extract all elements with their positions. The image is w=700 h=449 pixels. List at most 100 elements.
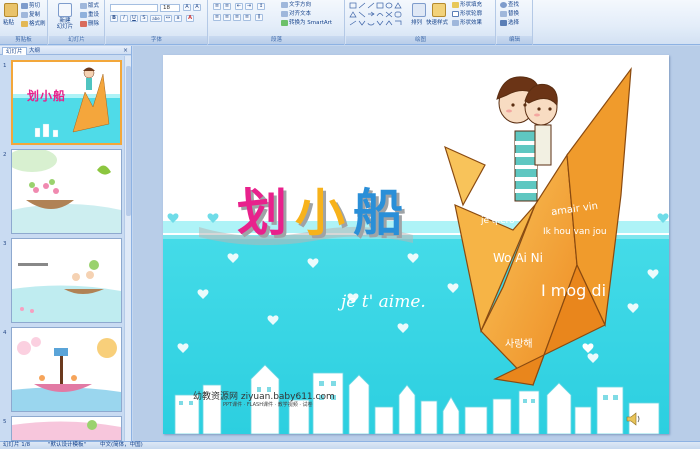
delete-icon [80, 20, 87, 27]
panel-tabs: 幻灯片 大纲 × [0, 46, 131, 55]
editing-group-label: 编辑 [497, 36, 532, 44]
slides-group: 新建 幻灯片 版式 重设 删除 幻灯片 [49, 0, 105, 45]
decrease-indent-icon[interactable]: ⇤ [235, 3, 243, 10]
reset-button[interactable]: 重设 [80, 11, 99, 19]
change-case-icon[interactable]: a [174, 15, 182, 22]
shadow-button[interactable]: S [140, 15, 148, 22]
panel-scrollbar[interactable] [124, 56, 131, 441]
reset-icon [80, 11, 87, 18]
numbering-icon[interactable]: ≡ [223, 3, 231, 10]
bold-button[interactable]: B [110, 15, 118, 22]
font-color-icon[interactable]: A [186, 15, 194, 22]
char-spacing-icon[interactable]: ↔ [164, 15, 172, 22]
speaker-icon[interactable] [625, 412, 641, 426]
close-icon[interactable]: × [123, 47, 128, 54]
shape-outline-button[interactable]: 形状轮廓 [452, 10, 482, 18]
columns-icon[interactable]: ⫼ [255, 14, 263, 21]
slide-artwork: je t' aime. [163, 55, 669, 434]
title-char-2: 小 [295, 184, 353, 242]
effects-icon [452, 19, 459, 26]
grow-font-icon[interactable]: A [183, 4, 191, 11]
brush-icon [21, 20, 28, 27]
thumbnail-2-graphic [12, 150, 121, 233]
tab-slides[interactable]: 幻灯片 [2, 47, 27, 55]
bullets-icon[interactable]: ≡ [213, 3, 221, 10]
clipboard-group-label: 剪贴板 [0, 36, 47, 44]
delete-button[interactable]: 删除 [80, 20, 99, 28]
ribbon: 粘贴 剪切 复制 格式刷 剪贴板 新建 幻灯片 版式 重设 删除 幻灯片 18 … [0, 0, 700, 45]
layout-icon [80, 2, 87, 9]
slide-thumbnail-3[interactable] [11, 238, 122, 323]
font-size-combo[interactable]: 18 [160, 4, 180, 12]
clipboard-group: 粘贴 剪切 复制 格式刷 剪贴板 [0, 0, 48, 45]
smartart-icon [281, 19, 288, 26]
font-name-combo[interactable] [110, 4, 158, 12]
find-button[interactable]: 查找 [500, 1, 519, 9]
thumb-title: 划小船 [27, 89, 67, 103]
align-text-button[interactable]: 对齐文本 [281, 10, 311, 18]
outline-icon [452, 10, 459, 17]
slide-title[interactable]: 划小船 [237, 185, 411, 241]
slides-group-label: 幻灯片 [49, 36, 104, 44]
align-left-icon[interactable]: ≡ [213, 14, 221, 21]
text-direction-button[interactable]: 文字方向 [281, 1, 311, 9]
shapes-gallery[interactable] [349, 2, 407, 28]
smartart-button[interactable]: 转换为 SmartArt [281, 19, 332, 27]
arrange-icon[interactable] [412, 3, 426, 17]
thumbnail-3-graphic [12, 239, 121, 322]
slide-thumbnail-1[interactable]: 划小船 [11, 60, 122, 145]
slide-thumbnail-5[interactable] [11, 416, 122, 441]
select-button[interactable]: 选择 [500, 19, 519, 27]
strikethrough-button[interactable]: abe [150, 15, 162, 22]
select-icon [500, 19, 507, 26]
crane-word-4: Wo Ai Ni [493, 251, 543, 265]
replace-button[interactable]: 替换 [500, 10, 519, 18]
replace-icon [500, 10, 507, 17]
current-slide[interactable]: je t' aime. 划小船 amair vin je qiero Ik ho… [163, 55, 669, 434]
tab-outline[interactable]: 大纲 [26, 47, 43, 55]
align-center-icon[interactable]: ≡ [223, 14, 231, 21]
underline-button[interactable]: U [130, 15, 138, 22]
title-char-3: 船 [353, 184, 411, 242]
drawing-group: 排列 快速样式 形状填充 形状轮廓 形状效果 绘图 [346, 0, 496, 45]
shrink-font-icon[interactable]: A [193, 4, 201, 11]
text-direction-icon [281, 1, 288, 8]
align-text-icon [281, 10, 288, 17]
shape-effects-button[interactable]: 形状效果 [452, 19, 482, 27]
quick-styles-button[interactable]: 快速样式 [426, 19, 448, 27]
slide-thumbnail-4[interactable] [11, 327, 122, 412]
align-right-icon[interactable]: ≡ [233, 14, 241, 21]
new-slide-button[interactable]: 新建 幻灯片 [52, 18, 78, 30]
slide-thumbnail-2[interactable] [11, 149, 122, 234]
status-slide-info: 幻灯片 1/8 [3, 442, 31, 448]
find-icon [500, 1, 507, 8]
status-theme: "默认设计模板" [48, 442, 87, 448]
scrollbar-thumb[interactable] [126, 66, 131, 216]
italic-button[interactable]: I [120, 15, 128, 22]
slides-panel: 幻灯片 大纲 × 1 划小船 2 3 4 5 [0, 46, 132, 441]
layout-button[interactable]: 版式 [80, 2, 99, 10]
crane-word-6: 사랑해 [505, 339, 533, 350]
thumb-number: 5 [3, 419, 7, 425]
thumb-number: 2 [3, 152, 7, 158]
paste-icon[interactable] [4, 3, 18, 17]
copy-button[interactable]: 复制 [21, 11, 40, 19]
paste-button[interactable]: 粘贴 [3, 19, 14, 27]
increase-indent-icon[interactable]: ⇥ [245, 3, 253, 10]
slide-script-text: je t' aime. [337, 292, 426, 312]
watermark-subtext: PPT课件 · FLASH课件 · 教学视频 · 试卷 [223, 402, 313, 408]
arrange-button[interactable]: 排列 [411, 19, 422, 27]
quick-styles-icon[interactable] [432, 3, 446, 17]
new-slide-icon[interactable] [58, 3, 72, 17]
line-spacing-icon[interactable]: ↕ [257, 3, 265, 10]
copy-icon [21, 11, 28, 18]
format-painter-button[interactable]: 格式刷 [21, 20, 46, 28]
justify-icon[interactable]: ≡ [243, 14, 251, 21]
thumbnail-4-graphic [12, 328, 121, 411]
paragraph-group-label: 段落 [209, 36, 344, 44]
editing-group: 查找 替换 选择 编辑 [497, 0, 533, 45]
thumbnail-5-graphic [12, 417, 121, 440]
cut-button[interactable]: 剪切 [21, 2, 40, 10]
shape-fill-button[interactable]: 形状填充 [452, 1, 482, 9]
status-language: 中文(简体，中国) [100, 442, 143, 448]
